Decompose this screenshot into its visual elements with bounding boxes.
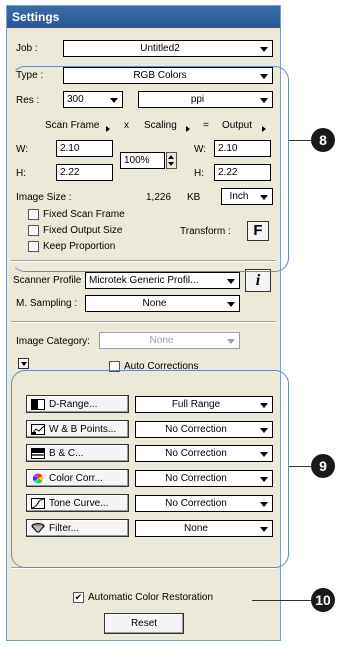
job-label: Job : (16, 43, 38, 54)
info-icon[interactable]: i (245, 269, 271, 292)
m-sampling-label: M. Sampling : (16, 298, 78, 309)
auto-color-restoration-checkbox[interactable]: ✔ (73, 592, 84, 603)
image-category-select[interactable]: None (99, 332, 240, 349)
chevron-down-icon (260, 47, 268, 52)
scanner-profile-label: Scanner Profile : (13, 275, 87, 286)
job-select[interactable]: Untitled2 (63, 40, 273, 57)
bracket-group-8 (11, 66, 289, 272)
window-title: Settings (7, 6, 280, 28)
collapse-toggle[interactable] (18, 358, 29, 369)
chevron-down-icon (227, 279, 235, 284)
callout-line-9 (289, 466, 311, 467)
bracket-group-9 (11, 370, 289, 568)
image-category-label: Image Category: (16, 336, 90, 347)
m-sampling-select[interactable]: None (85, 295, 240, 312)
scanner-profile-select[interactable]: Microtek Generic Profil... (85, 272, 240, 289)
chevron-down-icon (227, 302, 235, 307)
chevron-down-icon (21, 362, 27, 366)
callout-9: 9 (311, 454, 335, 478)
image-category-value: None (149, 335, 174, 346)
m-sampling-value: None (142, 298, 167, 309)
job-value: Untitled2 (140, 43, 180, 54)
scanner-profile-value: Microtek Generic Profil... (89, 275, 199, 286)
reset-button[interactable]: Reset (104, 613, 184, 634)
callout-8: 8 (311, 128, 335, 152)
callout-10: 10 (311, 588, 335, 612)
divider (11, 321, 276, 323)
callout-line-8 (289, 140, 311, 141)
callout-line-10 (252, 600, 311, 601)
chevron-down-icon (227, 339, 235, 344)
auto-color-restoration-label: Automatic Color Restoration (88, 592, 214, 603)
